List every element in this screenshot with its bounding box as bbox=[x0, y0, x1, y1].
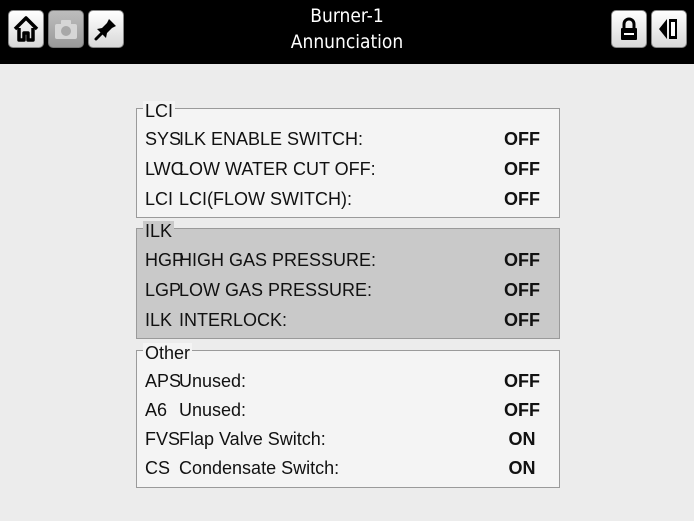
top-bar: Burner-1 Annunciation bbox=[0, 0, 694, 64]
camera-icon bbox=[55, 20, 77, 39]
row-code: FVS bbox=[145, 429, 181, 449]
row-state: OFF bbox=[504, 129, 540, 149]
row-name: LCI(FLOW SWITCH): bbox=[179, 189, 352, 209]
row-code: LCI bbox=[145, 189, 174, 209]
row-code: APS bbox=[145, 371, 182, 391]
group-label-lci: LCI bbox=[143, 101, 176, 121]
row-state: OFF bbox=[504, 159, 540, 179]
row-state: OFF bbox=[504, 280, 540, 300]
row-code: ILK bbox=[145, 310, 173, 330]
pin-button[interactable] bbox=[88, 10, 124, 48]
status-row: APS Unused: OFF bbox=[145, 366, 553, 396]
status-row: HGP HIGH GAS PRESSURE: OFF bbox=[145, 245, 553, 275]
row-state: ON bbox=[508, 429, 536, 449]
status-row: LWC LOW WATER CUT OFF: OFF bbox=[145, 154, 553, 184]
status-row: ILK INTERLOCK: OFF bbox=[145, 305, 553, 335]
group-label-ilk: ILK bbox=[143, 221, 175, 241]
status-row: CS Condensate Switch: ON bbox=[145, 453, 553, 483]
row-name: LOW WATER CUT OFF: bbox=[179, 159, 376, 179]
status-row: A6 Unused: OFF bbox=[145, 395, 553, 425]
row-code: CS bbox=[145, 458, 171, 478]
lock-icon bbox=[621, 17, 637, 40]
pin-icon bbox=[94, 19, 116, 41]
home-button[interactable] bbox=[8, 10, 44, 48]
row-code: SYS bbox=[145, 129, 182, 149]
row-name: Flap Valve Switch: bbox=[179, 429, 326, 449]
row-name: Unused: bbox=[179, 400, 247, 420]
row-state: OFF bbox=[504, 400, 540, 420]
home-icon bbox=[13, 16, 39, 42]
row-state: OFF bbox=[504, 189, 540, 209]
title-burner: Burner-1 bbox=[310, 5, 384, 27]
status-row: LCI LCI(FLOW SWITCH): OFF bbox=[145, 184, 553, 214]
row-code: A6 bbox=[145, 400, 168, 420]
group-ilk: ILK HGP HIGH GAS PRESSURE: OFF LGP LOW G… bbox=[136, 221, 560, 339]
row-name: HIGH GAS PRESSURE: bbox=[179, 250, 377, 270]
row-name: ILK ENABLE SWITCH: bbox=[179, 129, 364, 149]
row-code: LGP bbox=[145, 280, 182, 300]
title-annunciation: Annunciation bbox=[290, 31, 404, 53]
group-lci: LCI SYS ILK ENABLE SWITCH: OFF LWC LOW W… bbox=[136, 101, 560, 218]
page-title: Burner-1 Annunciation bbox=[200, 3, 494, 55]
status-row: FVS Flap Valve Switch: ON bbox=[145, 424, 553, 454]
row-name: LOW GAS PRESSURE: bbox=[179, 280, 373, 300]
row-state: ON bbox=[508, 458, 536, 478]
group-label-other: Other bbox=[143, 343, 193, 363]
row-code: LWC bbox=[145, 159, 184, 179]
row-name: Unused: bbox=[179, 371, 247, 391]
row-state: OFF bbox=[504, 250, 540, 270]
row-state: OFF bbox=[504, 371, 540, 391]
group-other: Other APS Unused: OFF A6 Unused: OFF FVS… bbox=[136, 343, 560, 488]
row-state: OFF bbox=[504, 310, 540, 330]
status-row: LGP LOW GAS PRESSURE: OFF bbox=[145, 275, 553, 305]
status-row: SYS ILK ENABLE SWITCH: OFF bbox=[145, 124, 553, 154]
camera-button[interactable] bbox=[48, 10, 84, 48]
back-button[interactable] bbox=[651, 10, 687, 48]
row-name: INTERLOCK: bbox=[179, 310, 288, 330]
back-icon bbox=[659, 19, 677, 39]
row-name: Condensate Switch: bbox=[179, 458, 340, 478]
lock-button[interactable] bbox=[611, 10, 647, 48]
